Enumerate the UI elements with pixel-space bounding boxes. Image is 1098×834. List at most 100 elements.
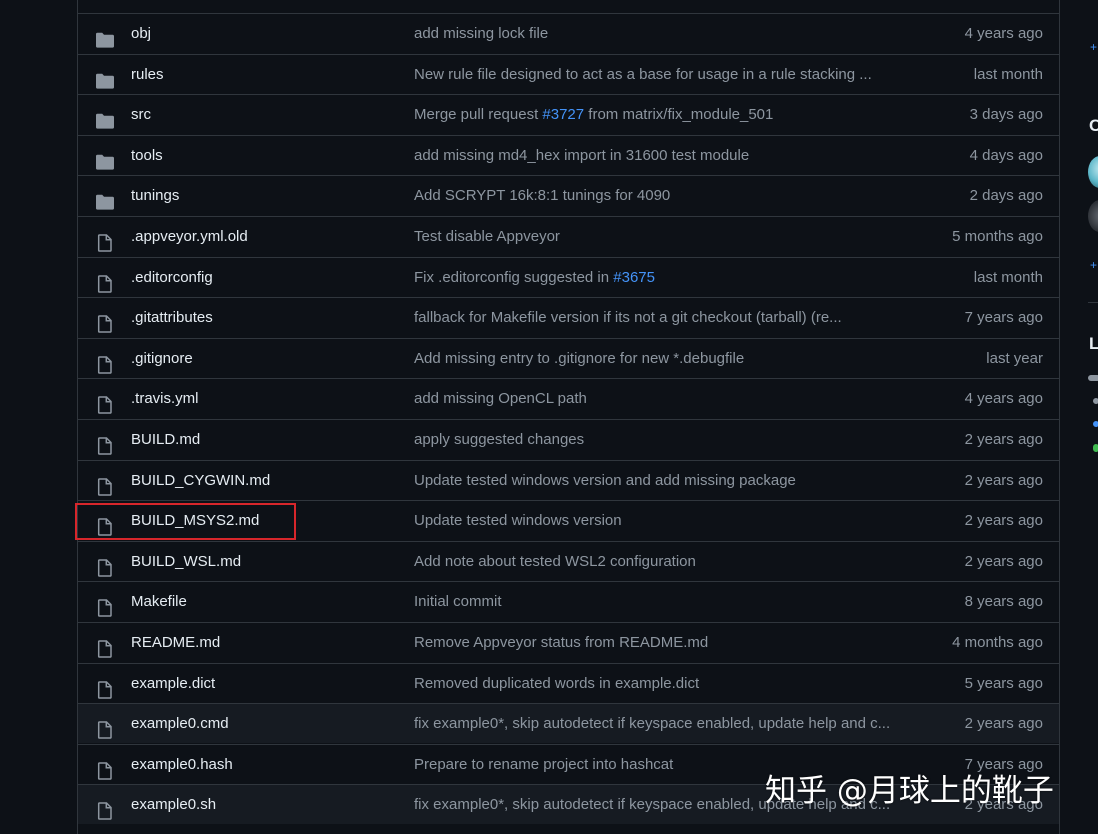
commit-age: last year [986,349,1043,367]
file-row[interactable]: .editorconfig Fix .editorconfig suggested… [78,256,1059,298]
file-icon [95,228,115,252]
file-name-link[interactable]: .editorconfig [131,258,213,298]
commit-age: 3 days ago [969,106,1043,124]
file-row[interactable]: BUILD.md apply suggested changes 2 years a… [78,419,1059,459]
language-dot [1093,444,1098,452]
file-row[interactable]: rules New rule file designed to act as a … [78,53,1059,95]
file-row[interactable]: README.md Remove Appveyor status from REA… [78,622,1059,662]
file-row[interactable]: .gitignore Add missing entry to .gitignor… [78,337,1059,379]
file-icon [95,309,115,333]
commit-age: 4 years ago [964,25,1043,42]
commit-message-text: Fix .editorconfig suggested in [414,268,614,286]
file-icon [95,634,115,658]
file-name-link[interactable]: .gitignore [131,339,193,379]
commit-message-link[interactable]: Add SCRYPT 16k:8:1 tunings for 4090 [414,176,904,216]
commit-message-link[interactable]: Prepare to rename project into hashcat [414,745,904,785]
language-dot [1093,421,1098,427]
commit-message-link[interactable]: add missing lock file [414,14,904,54]
commit-message-link[interactable]: Update tested windows version [414,501,904,541]
file-row[interactable]: .gitattributes fallback for Makefile vers… [78,297,1059,337]
commit-message-link[interactable]: Merge pull request #3727 from matrix/fix… [414,95,904,135]
commit-message-link[interactable]: Add note about tested WSL2 configuration [414,542,904,582]
file-name-link[interactable]: .appveyor.yml.old [131,217,248,257]
folder-icon [95,147,115,170]
issue-link[interactable]: #3727 [542,106,584,123]
contributor-avatar[interactable] [1088,156,1098,188]
commit-message-link[interactable]: fix example0*, skip autodetect if keyspa… [414,704,904,744]
file-name-link[interactable]: BUILD_MSYS2.md [131,501,259,541]
commit-message-link[interactable]: Add missing entry to .gitignore for new … [414,339,904,379]
file-row-partial [78,0,1059,12]
commit-age: 7 years ago [964,755,1043,773]
commit-age: 5 months ago [952,228,1043,245]
file-row[interactable]: .appveyor.yml.old Test disable Appveyor 5 … [78,216,1059,256]
file-row[interactable]: .travis.yml add missing OpenCL path 4 year… [78,378,1059,418]
file-name-link[interactable]: src [131,95,151,135]
commit-age: 2 years ago [964,715,1043,733]
commit-message-link[interactable]: add missing OpenCL path [414,379,904,419]
folder-icon [95,106,115,129]
commit-message-link[interactable]: fallback for Makefile version if its not… [414,298,904,338]
file-icon [95,796,115,821]
file-icon [95,350,115,374]
file-name-link[interactable]: tunings [131,176,179,216]
commit-message-link[interactable]: New rule file designed to act as a base … [414,55,904,95]
commit-age: 2 years ago [964,471,1043,489]
file-row[interactable]: example0.hash Prepare to rename project i… [78,743,1059,785]
issue-link[interactable]: #3675 [613,269,655,286]
commit-message-link[interactable]: Fix .editorconfig suggested in #3675 [414,258,904,298]
file-name-link[interactable]: example0.sh [131,785,216,825]
file-row[interactable]: BUILD_CYGWIN.md Update tested windows ver… [78,459,1059,501]
file-row[interactable]: BUILD_MSYS2.md Update tested windows vers… [78,500,1059,540]
commit-message-link[interactable]: Test disable Appveyor [414,217,904,257]
commit-message-link[interactable]: Remove Appveyor status from README.md [414,623,904,663]
folder-icon [95,66,115,89]
file-name-link[interactable]: BUILD_WSL.md [131,542,241,582]
file-name-link[interactable]: example0.hash [131,745,233,785]
file-row[interactable]: tools add missing md4_hex import in 31600… [78,134,1059,176]
commit-age: 8 years ago [964,593,1043,611]
file-icon [95,675,115,699]
file-name-link[interactable]: example.dict [131,664,215,704]
file-name-link[interactable]: BUILD_CYGWIN.md [131,461,270,501]
sidebar-more-link[interactable]: + [1090,258,1097,272]
file-name-link[interactable]: example0.cmd [131,704,229,744]
sidebar-add-link[interactable]: + [1090,40,1097,54]
file-icon [95,756,115,780]
file-name-link[interactable]: rules [131,55,164,95]
commit-age: 4 years ago [964,390,1043,408]
file-name-link[interactable]: tools [131,136,163,176]
file-icon [95,593,115,618]
file-name-link[interactable]: obj [131,14,151,54]
commit-message-link[interactable]: apply suggested changes [414,420,904,460]
file-name-link[interactable]: BUILD.md [131,420,200,460]
commit-message-text: from matrix/fix_module_501 [584,106,774,124]
file-row[interactable]: src Merge pull request #3727 from matrix/… [78,94,1059,134]
commit-message-link[interactable]: Initial commit [414,582,904,622]
file-name-link[interactable]: README.md [131,623,220,663]
commit-message-link[interactable]: fix example0*, skip autodetect if keyspa… [414,785,904,825]
file-row[interactable]: tunings Add SCRYPT 16k:8:1 tunings for 40… [78,175,1059,215]
commit-message-text: Merge pull request [414,106,543,124]
commit-age: 4 months ago [952,634,1043,651]
right-sidebar: + C + L [1060,0,1098,834]
file-row[interactable]: example.dict Removed duplicated words in … [78,662,1059,704]
commit-message-link[interactable]: Removed duplicated words in example.dict [414,664,904,704]
commit-message-link[interactable]: Update tested windows version and add mi… [414,461,904,501]
commit-age: 7 years ago [964,309,1043,327]
file-row[interactable]: Makefile Initial commit 8 years ago [78,581,1059,621]
file-name-link[interactable]: .gitattributes [131,298,213,338]
language-bar-segment [1088,375,1098,381]
sidebar-section-heading-l: L [1089,334,1098,353]
file-row[interactable]: example0.sh fix example0*, skip autodetec… [78,784,1059,825]
file-row[interactable]: obj add missing lock file 4 years ago [78,13,1059,53]
contributor-avatar[interactable] [1088,200,1098,232]
file-icon [95,431,115,455]
file-icon [95,390,115,415]
file-name-link[interactable]: .travis.yml [131,379,199,419]
file-row[interactable]: example0.cmd fix example0*, skip autodete… [78,703,1059,744]
file-name-link[interactable]: Makefile [131,582,187,622]
sidebar-divider [1088,302,1098,303]
file-row[interactable]: BUILD_WSL.md Add note about tested WSL2 c… [78,540,1059,582]
commit-message-link[interactable]: add missing md4_hex import in 31600 test… [414,136,904,176]
